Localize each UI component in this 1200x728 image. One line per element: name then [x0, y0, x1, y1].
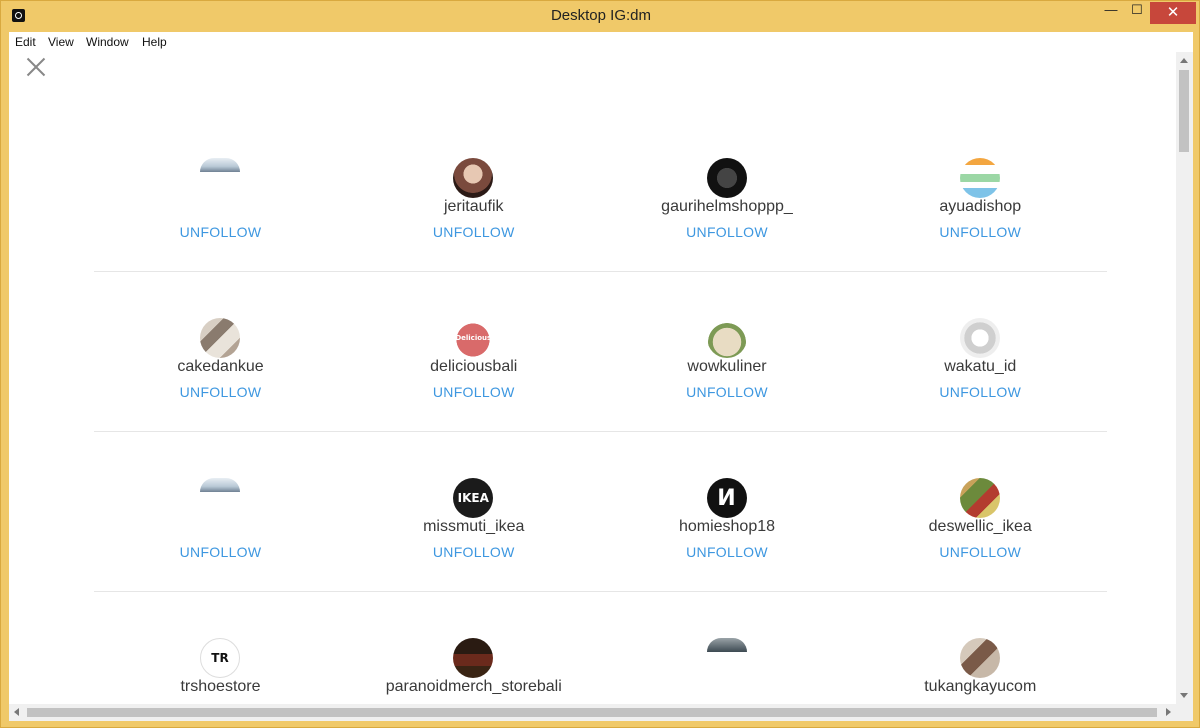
avatar[interactable] [706, 318, 747, 358]
window-title: Desktop IG:dm [550, 7, 652, 24]
username[interactable]: homieshop18 [601, 518, 854, 536]
avatar[interactable] [959, 638, 1000, 678]
username[interactable]: gaurihelmshoppp_ [601, 198, 854, 216]
scrollbar-corner [1176, 704, 1193, 721]
account-card: IKEA missmuti_ikea UNFOLLOW [347, 432, 600, 592]
scroll-down-arrow-icon[interactable] [1180, 693, 1188, 698]
menu-help[interactable]: Help [142, 35, 167, 49]
following-row: TR trshoestore paranoidmerch_storebali tuka… [94, 592, 1107, 721]
unfollow-button[interactable]: UNFOLLOW [854, 384, 1107, 400]
unfollow-button[interactable]: UNFOLLOW [347, 224, 600, 240]
vertical-scrollbar[interactable] [1176, 52, 1193, 704]
account-card: wakatu_id UNFOLLOW [854, 272, 1107, 432]
unfollow-button[interactable]: UNFOLLOW [854, 224, 1107, 240]
following-row: cakedankue UNFOLLOW Delicious deliciousbali… [94, 272, 1107, 432]
account-card: Delicious deliciousbali UNFOLLOW [347, 272, 600, 432]
avatar[interactable] [706, 638, 747, 652]
scroll-up-arrow-icon[interactable] [1180, 58, 1188, 63]
account-card: TR trshoestore [94, 592, 347, 721]
unfollow-button[interactable]: UNFOLLOW [347, 384, 600, 400]
username[interactable]: deswellic_ikea [854, 518, 1107, 536]
avatar[interactable]: IKEA [453, 478, 494, 518]
avatar[interactable] [200, 478, 240, 492]
following-row: UNFOLLOW IKEA missmuti_ikea UNFOLLOW Иhomies… [94, 432, 1107, 592]
unfollow-button[interactable]: UNFOLLOW [94, 384, 347, 400]
avatar[interactable] [959, 158, 1000, 198]
avatar[interactable] [959, 478, 1000, 518]
following-row: UNFOLLOW jeritaufik UNFOLLOW gaurihelmshopp… [94, 112, 1107, 272]
scroll-right-arrow-icon[interactable] [1166, 708, 1171, 716]
username[interactable]: wakatu_id [854, 358, 1107, 376]
vertical-scroll-thumb[interactable] [1179, 70, 1189, 152]
account-card: Иhomieshop18 UNFOLLOW [601, 432, 854, 592]
title-bar[interactable]: Desktop IG:dm — ☐ ✕ [1, 1, 1200, 31]
username[interactable]: deliciousbali [347, 358, 600, 376]
minimize-button[interactable]: — [1099, 2, 1123, 24]
account-card: UNFOLLOW [94, 432, 347, 592]
avatar[interactable] [200, 158, 240, 172]
account-card: cakedankue UNFOLLOW [94, 272, 347, 432]
account-card: UNFOLLOW [94, 112, 347, 272]
account-card: deswellic_ikea UNFOLLOW [854, 432, 1107, 592]
menu-bar: Edit View Window Help [9, 32, 1193, 52]
username[interactable]: tukangkayucom [854, 678, 1107, 696]
username[interactable]: trshoestore [94, 678, 347, 696]
unfollow-button[interactable]: UNFOLLOW [601, 384, 854, 400]
menu-edit[interactable]: Edit [15, 35, 36, 49]
username[interactable]: wowkuliner [601, 358, 854, 376]
menu-view[interactable]: View [48, 35, 74, 49]
avatar[interactable] [200, 318, 240, 358]
avatar[interactable]: И [706, 478, 747, 518]
avatar-logo-text: И [717, 485, 736, 511]
avatar[interactable] [453, 638, 494, 678]
unfollow-button[interactable]: UNFOLLOW [601, 544, 854, 560]
account-card: paranoidmerch_storebali [347, 592, 600, 721]
avatar-logo-text: Delicious [455, 334, 492, 342]
following-list-panel: UNFOLLOW jeritaufik UNFOLLOW gaurihelmshopp… [9, 52, 1193, 721]
avatar[interactable] [453, 158, 494, 198]
username[interactable]: paranoidmerch_storebali [347, 678, 600, 696]
close-icon[interactable] [26, 57, 46, 77]
unfollow-button[interactable]: UNFOLLOW [94, 544, 347, 560]
account-card [601, 592, 854, 721]
maximize-button[interactable]: ☐ [1125, 2, 1149, 24]
menu-window[interactable]: Window [86, 35, 129, 49]
account-card: gaurihelmshoppp_ UNFOLLOW [601, 112, 854, 272]
username[interactable]: cakedankue [94, 358, 347, 376]
account-card: wowkuliner UNFOLLOW [601, 272, 854, 432]
username[interactable]: missmuti_ikea [347, 518, 600, 536]
app-window: Desktop IG:dm — ☐ ✕ Edit View Window Hel… [0, 0, 1200, 728]
scroll-left-arrow-icon[interactable] [14, 708, 19, 716]
avatar[interactable]: TR [200, 638, 240, 678]
account-card: jeritaufik UNFOLLOW [347, 112, 600, 272]
avatar-logo-text: TR [211, 651, 229, 665]
account-card: tukangkayucom [854, 592, 1107, 721]
following-grid: UNFOLLOW jeritaufik UNFOLLOW gaurihelmshopp… [94, 112, 1107, 721]
horizontal-scrollbar[interactable] [9, 704, 1176, 721]
unfollow-button[interactable]: UNFOLLOW [347, 544, 600, 560]
close-window-button[interactable]: ✕ [1150, 2, 1196, 24]
avatar[interactable] [706, 158, 747, 198]
avatar[interactable]: Delicious [453, 318, 494, 358]
unfollow-button[interactable]: UNFOLLOW [854, 544, 1107, 560]
username[interactable]: ayuadishop [854, 198, 1107, 216]
account-card: ayuadishop UNFOLLOW [854, 112, 1107, 272]
avatar[interactable] [959, 318, 1000, 358]
horizontal-scroll-thumb[interactable] [27, 708, 1157, 717]
username[interactable]: jeritaufik [347, 198, 600, 216]
avatar-logo-text: IKEA [457, 491, 489, 505]
unfollow-button[interactable]: UNFOLLOW [94, 224, 347, 240]
unfollow-button[interactable]: UNFOLLOW [601, 224, 854, 240]
